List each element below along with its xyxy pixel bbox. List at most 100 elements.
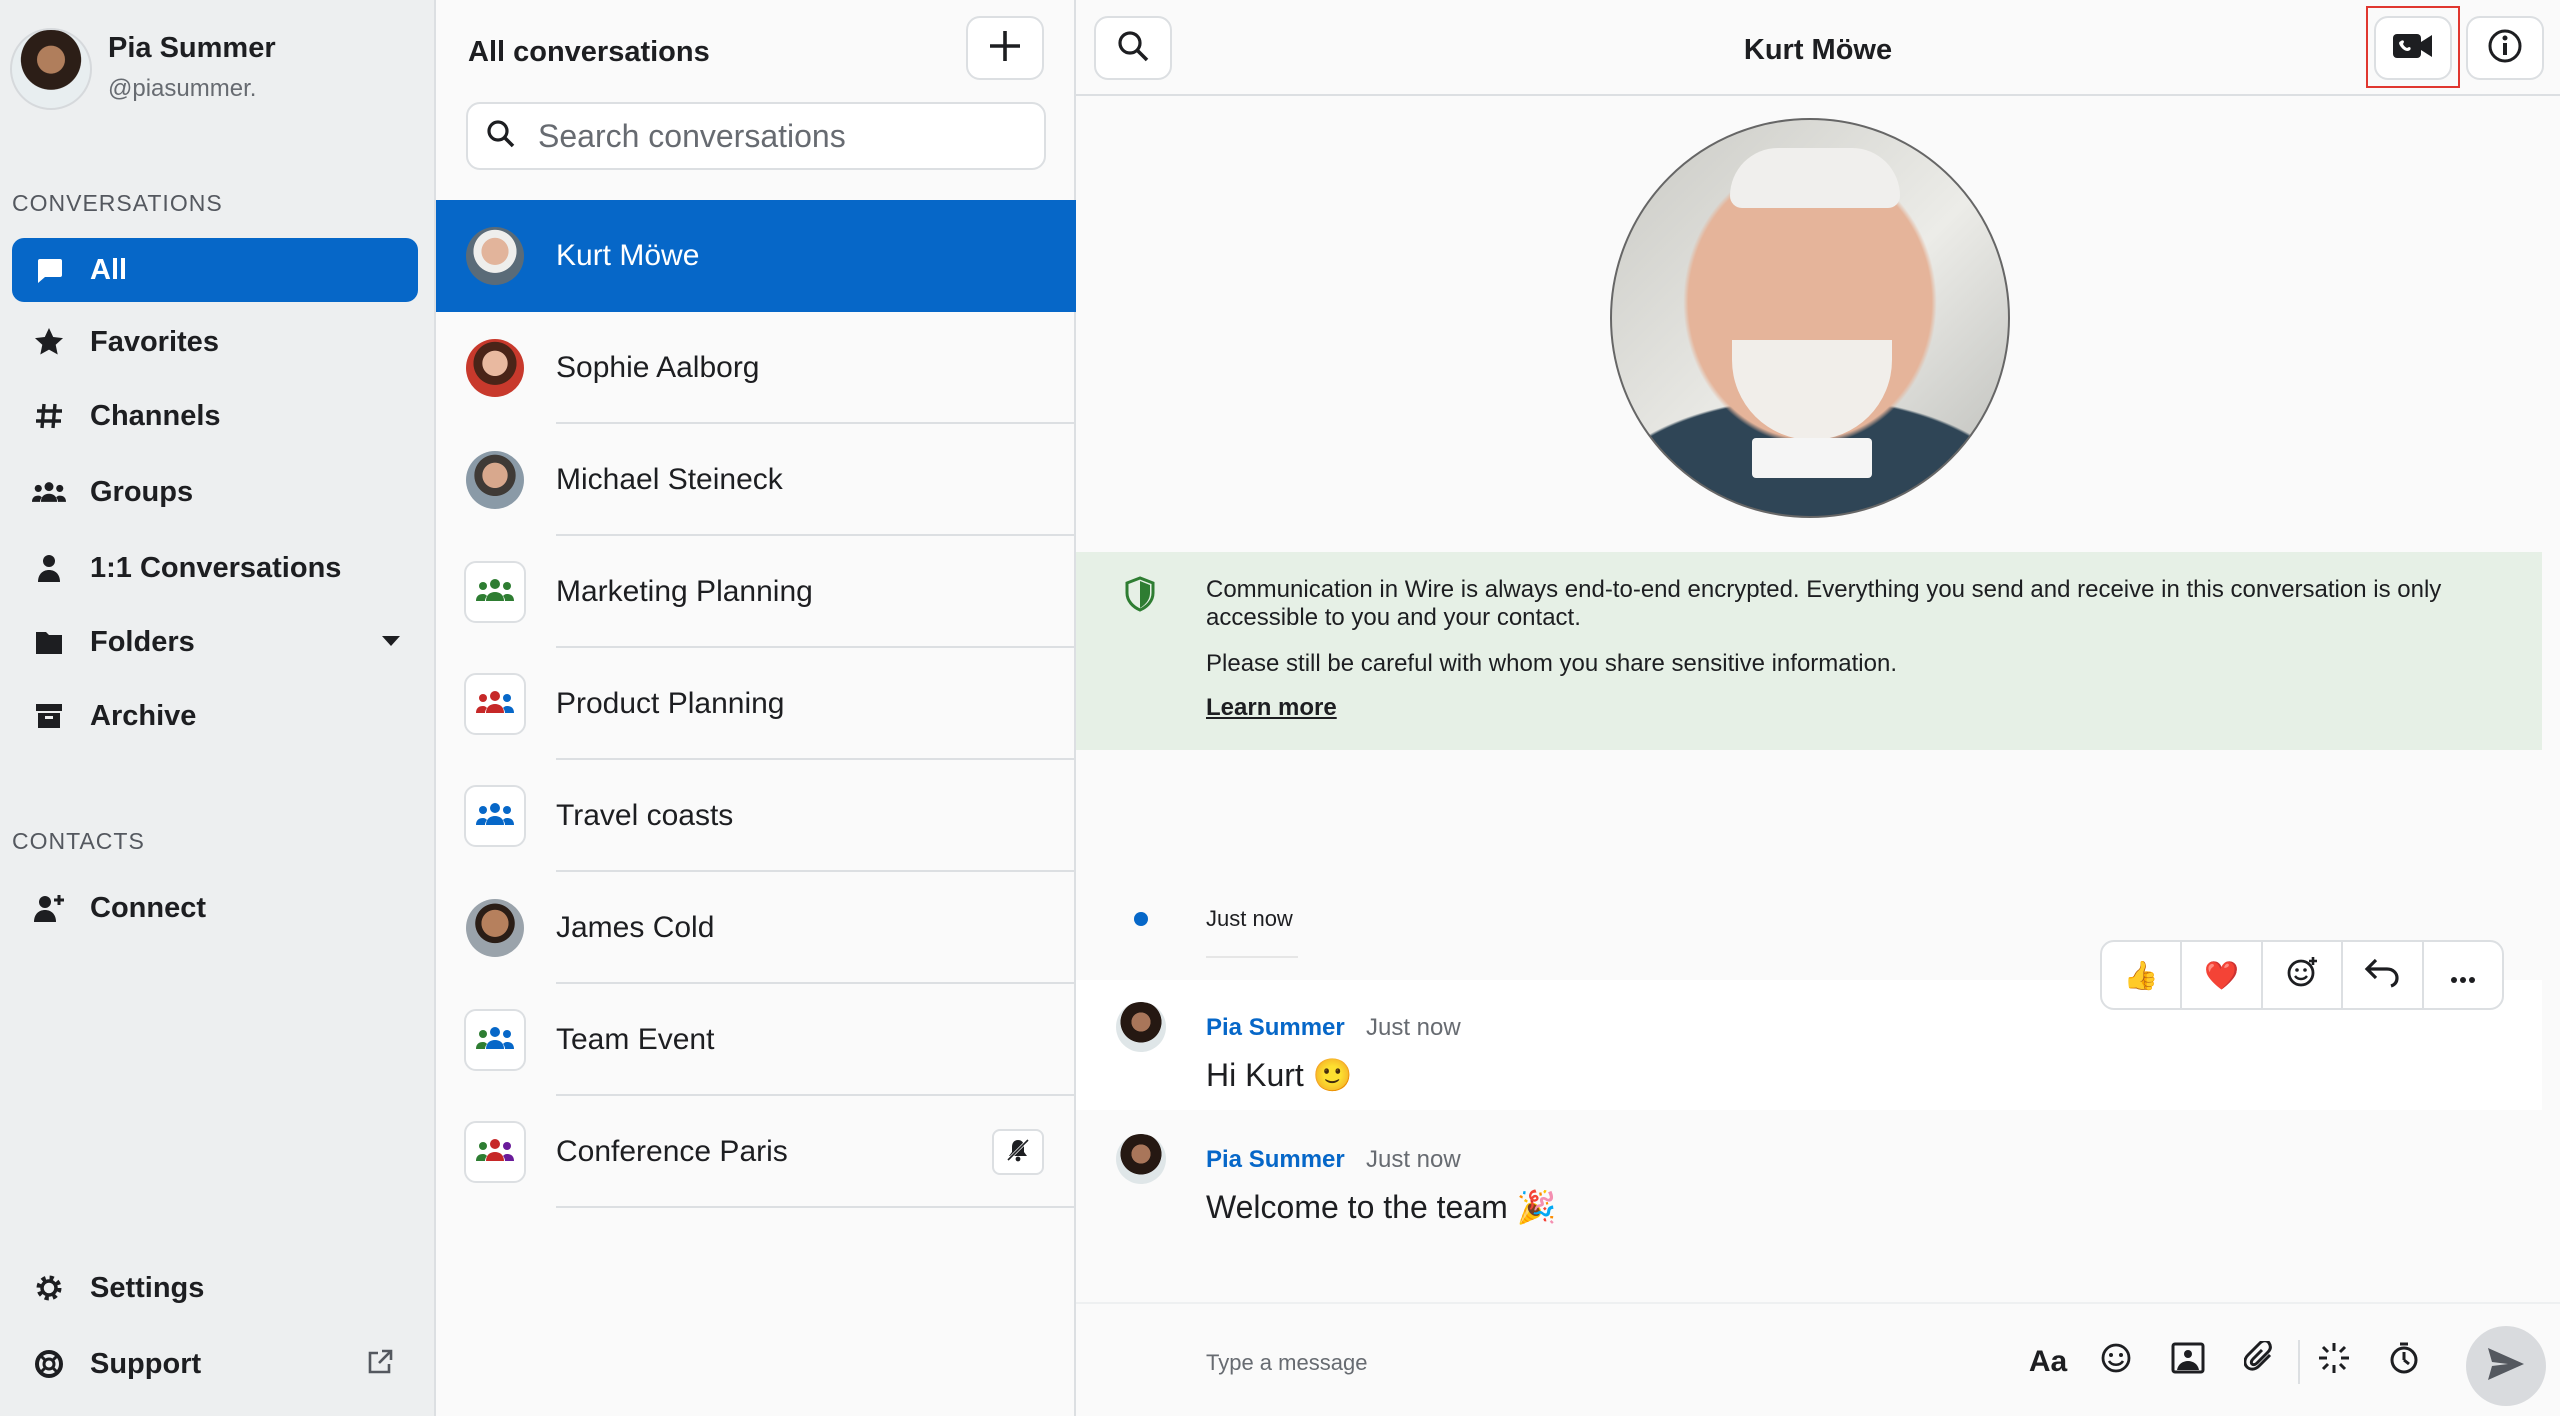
more-options-button[interactable] — [2424, 942, 2502, 1008]
add-reaction-button[interactable] — [2263, 942, 2344, 1008]
conversation-item-michael-steineck[interactable]: Michael Steineck — [436, 424, 1076, 536]
message-composer: Type a message Aa — [1076, 1302, 2560, 1416]
sidebar-item-label: Folders — [90, 625, 195, 658]
sidebar-item-connect[interactable]: Connect — [12, 876, 418, 940]
lifebuoy-icon — [32, 1347, 66, 1381]
conversation-name: Product Planning — [556, 687, 785, 720]
avatar[interactable] — [1116, 1134, 1166, 1184]
timeline-timestamp: Just now — [1206, 906, 1293, 931]
chat-bubble-icon — [32, 253, 66, 287]
search-placeholder: Search conversations — [538, 117, 846, 154]
conversation-list-title: All conversations — [468, 36, 710, 68]
encryption-notice: Communication in Wire is always end-to-e… — [1076, 552, 2542, 750]
contact-avatar-large — [1610, 118, 2010, 518]
thumbs-up-icon: 👍 — [2123, 959, 2159, 991]
profile-name: Pia Summer — [108, 32, 276, 64]
conversation-item-kurt-mowe[interactable]: Kurt Möwe — [436, 200, 1076, 312]
reply-icon — [2364, 956, 2400, 995]
reply-button[interactable] — [2343, 942, 2424, 1008]
encryption-notice-text: Communication in Wire is always end-to-e… — [1206, 576, 2442, 631]
group-avatar — [464, 1121, 526, 1183]
folder-icon — [32, 625, 66, 659]
learn-more-link[interactable]: Learn more — [1206, 694, 1337, 722]
conversation-item-james-cold[interactable]: James Cold — [436, 872, 1076, 984]
sidebar-item-favorites[interactable]: Favorites — [12, 310, 418, 374]
conversation-item-conference-paris[interactable]: Conference Paris — [436, 1096, 1076, 1208]
avatar — [466, 899, 524, 957]
star-icon — [32, 325, 66, 359]
user-avatar[interactable] — [10, 28, 92, 110]
search-conversations-input[interactable]: Search conversations — [466, 102, 1046, 170]
heart-icon: ❤️ — [2204, 959, 2240, 991]
sidebar-item-archive[interactable]: Archive — [12, 684, 418, 748]
group-avatar — [464, 785, 526, 847]
sidebar-item-groups[interactable]: Groups — [12, 460, 418, 524]
conversation-item-sophie-aalborg[interactable]: Sophie Aalborg — [436, 312, 1076, 424]
timer-icon — [2388, 1341, 2420, 1383]
sidebar: Pia Summer @piasummer. CONVERSATIONS All… — [0, 0, 436, 1416]
conversation-header: Kurt Möwe — [1076, 0, 2560, 96]
sidebar-item-settings[interactable]: Settings — [12, 1256, 418, 1320]
sidebar-item-label: Support — [90, 1347, 202, 1380]
send-button[interactable] — [2466, 1326, 2546, 1406]
hash-icon — [32, 399, 66, 433]
divider — [2298, 1340, 2300, 1384]
profile-handle: @piasummer. — [108, 75, 257, 102]
sidebar-item-all[interactable]: All — [12, 238, 418, 302]
ping-button[interactable] — [2312, 1340, 2356, 1384]
plus-icon — [987, 28, 1023, 69]
message-input[interactable]: Type a message — [1206, 1350, 1367, 1376]
sidebar-item-channels[interactable]: Channels — [12, 384, 418, 448]
thumbs-up-reaction-button[interactable]: 👍 — [2102, 942, 2183, 1008]
timed-message-button[interactable] — [2382, 1340, 2426, 1384]
user-profile[interactable]: Pia Summer @piasummer. — [10, 28, 276, 110]
avatar — [466, 451, 524, 509]
sidebar-item-label: 1:1 Conversations — [90, 551, 342, 584]
sidebar-item-folders[interactable]: Folders — [12, 610, 418, 674]
new-conversation-button[interactable] — [966, 16, 1044, 80]
shield-icon — [1124, 576, 1156, 617]
message-text: Hi Kurt 🙂 — [1206, 1057, 1353, 1093]
divider — [1206, 956, 1298, 958]
conversation-item-product-planning[interactable]: Product Planning — [436, 648, 1076, 760]
conversation-details-button[interactable] — [2466, 16, 2544, 80]
avatar[interactable] — [1116, 1002, 1166, 1052]
group-icon — [475, 801, 515, 832]
heart-reaction-button[interactable]: ❤️ — [2182, 942, 2263, 1008]
bell-off-icon — [1005, 1137, 1031, 1168]
emoji-button[interactable] — [2094, 1340, 2138, 1384]
conversation-item-marketing-planning[interactable]: Marketing Planning — [436, 536, 1076, 648]
group-icon — [475, 1025, 515, 1056]
info-icon — [2487, 28, 2523, 69]
person-icon — [32, 551, 66, 585]
conversation-title: Kurt Möwe — [1743, 34, 1893, 66]
conversation-list-panel: All conversations Search conversations K… — [436, 0, 1076, 1416]
text-format-icon: Aa — [2028, 1345, 2068, 1378]
attach-file-button[interactable] — [2238, 1339, 2282, 1384]
format-text-button[interactable]: Aa — [2026, 1340, 2070, 1384]
message-sender[interactable]: Pia Summer — [1206, 1014, 1345, 1042]
conversation-name: Travel coasts — [556, 799, 734, 832]
message-sender[interactable]: Pia Summer — [1206, 1146, 1345, 1174]
video-call-icon — [2391, 31, 2435, 66]
timeline-dot — [1134, 912, 1148, 926]
sidebar-item-one-to-one[interactable]: 1:1 Conversations — [12, 536, 418, 600]
group-icon — [475, 577, 515, 608]
sidebar-item-support[interactable]: Support — [12, 1332, 418, 1396]
conversation-item-travel-coasts[interactable]: Travel coasts — [436, 760, 1076, 872]
conversation-name: Conference Paris — [556, 1135, 788, 1168]
video-call-button[interactable] — [2374, 16, 2452, 80]
sidebar-item-label: Archive — [90, 699, 197, 732]
conversation-item-team-event[interactable]: Team Event — [436, 984, 1076, 1096]
sidebar-item-label: Connect — [90, 891, 206, 924]
group-icon — [475, 1137, 515, 1168]
image-upload-button[interactable] — [2166, 1340, 2210, 1384]
chevron-down-icon[interactable] — [382, 636, 400, 646]
group-icon — [475, 689, 515, 720]
group-avatar — [464, 673, 526, 735]
send-icon — [2486, 1346, 2526, 1387]
muted-badge[interactable] — [992, 1129, 1044, 1175]
message-row[interactable]: Pia Summer Just now Welcome to the team … — [1076, 1112, 2542, 1242]
image-icon — [2171, 1342, 2205, 1382]
emoji-plus-icon — [2285, 955, 2319, 996]
